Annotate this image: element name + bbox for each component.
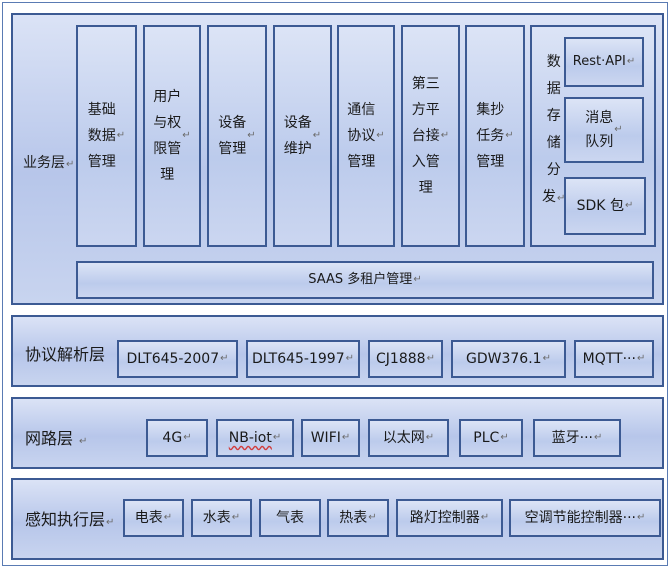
protocol-dlt645-1997: DLT645-1997 ↵ xyxy=(246,340,360,378)
device-maintenance-box: 设备 维护 ↵ xyxy=(273,25,332,247)
architecture-diagram: 业务层↵ 基础 数据 管理 ↵ 用户 与权 限管 理 ↵ 设备 管理 ↵ 设备 维护 ↵… xyxy=(2,2,668,566)
network-plc: PLC ↵ xyxy=(459,419,523,457)
network-layer: 网路层 ↵ 4G ↵ NB-iot ↵ WIFI ↵ 以太网 ↵ PLC ↵ 蓝牙··· ↵ xyxy=(11,397,664,469)
protocol-management-box: 通信 协议 管理 ↵ xyxy=(337,25,395,247)
device-management-box: 设备 管理 ↵ xyxy=(207,25,267,247)
data-distribution-label: 数 据 存 储 分 发↵ xyxy=(542,54,566,205)
protocol-layer: 协议解析层 DLT645-2007 ↵ DLT645-1997 ↵ CJ1888 ↵ … xyxy=(11,315,664,387)
device-streetlight-controller: 路灯控制器 ↵ xyxy=(396,499,503,537)
network-wifi: WIFI ↵ xyxy=(301,419,360,457)
saas-multitenant-box: SAAS 多租户管理 ↵ xyxy=(76,261,654,299)
perception-layer-label: 感知执行层↵ xyxy=(25,510,115,529)
device-gas-meter: 气表 xyxy=(259,499,321,537)
basic-data-management-box: 基础 数据 管理 ↵ xyxy=(76,25,137,247)
device-ac-energy-controller: 空调节能控制器··· ↵ xyxy=(509,499,661,537)
network-ethernet: 以太网 ↵ xyxy=(368,419,449,457)
business-layer-label: 业务层↵ xyxy=(23,155,75,171)
protocol-gdw376: GDW376.1 ↵ xyxy=(451,340,566,378)
protocol-cj1888: CJ1888 ↵ xyxy=(368,340,443,378)
device-water-meter: 水表 ↵ xyxy=(191,499,252,537)
protocol-layer-label: 协议解析层 xyxy=(25,345,106,364)
network-layer-label: 网路层 ↵ xyxy=(25,429,88,448)
business-layer: 业务层↵ 基础 数据 管理 ↵ 用户 与权 限管 理 ↵ 设备 管理 ↵ 设备 维护 ↵… xyxy=(11,13,664,305)
rest-api-box: Rest·API ↵ xyxy=(564,37,644,87)
network-nb-iot: NB-iot ↵ xyxy=(216,419,294,457)
user-permission-management-box: 用户 与权 限管 理 ↵ xyxy=(143,25,201,247)
third-party-access-box: 第三 方平 台接 入管 理 ↵ xyxy=(401,25,460,247)
network-bluetooth: 蓝牙··· ↵ xyxy=(533,419,621,457)
network-4g: 4G ↵ xyxy=(146,419,208,457)
protocol-dlt645-2007: DLT645-2007 ↵ xyxy=(117,340,238,378)
message-queue-box: 消息 队列 ↵ xyxy=(564,97,644,163)
protocol-mqtt: MQTT··· ↵ xyxy=(574,340,654,378)
device-heat-meter: 热表 ↵ xyxy=(327,499,389,537)
data-distribution-box: 数 据 存 储 分 发↵ Rest·API ↵ 消息 队列 ↵ SDK 包 ↵ xyxy=(530,25,656,247)
meter-reading-task-box: 集抄 任务 管理 ↵ xyxy=(465,25,525,247)
sdk-package-box: SDK 包 ↵ xyxy=(564,177,646,235)
device-electric-meter: 电表 ↵ xyxy=(123,499,184,537)
perception-layer: 感知执行层↵ 电表 ↵ 水表 ↵ 气表 热表 ↵ 路灯控制器 ↵ 空调节能控制器··· ↵ xyxy=(11,478,664,560)
